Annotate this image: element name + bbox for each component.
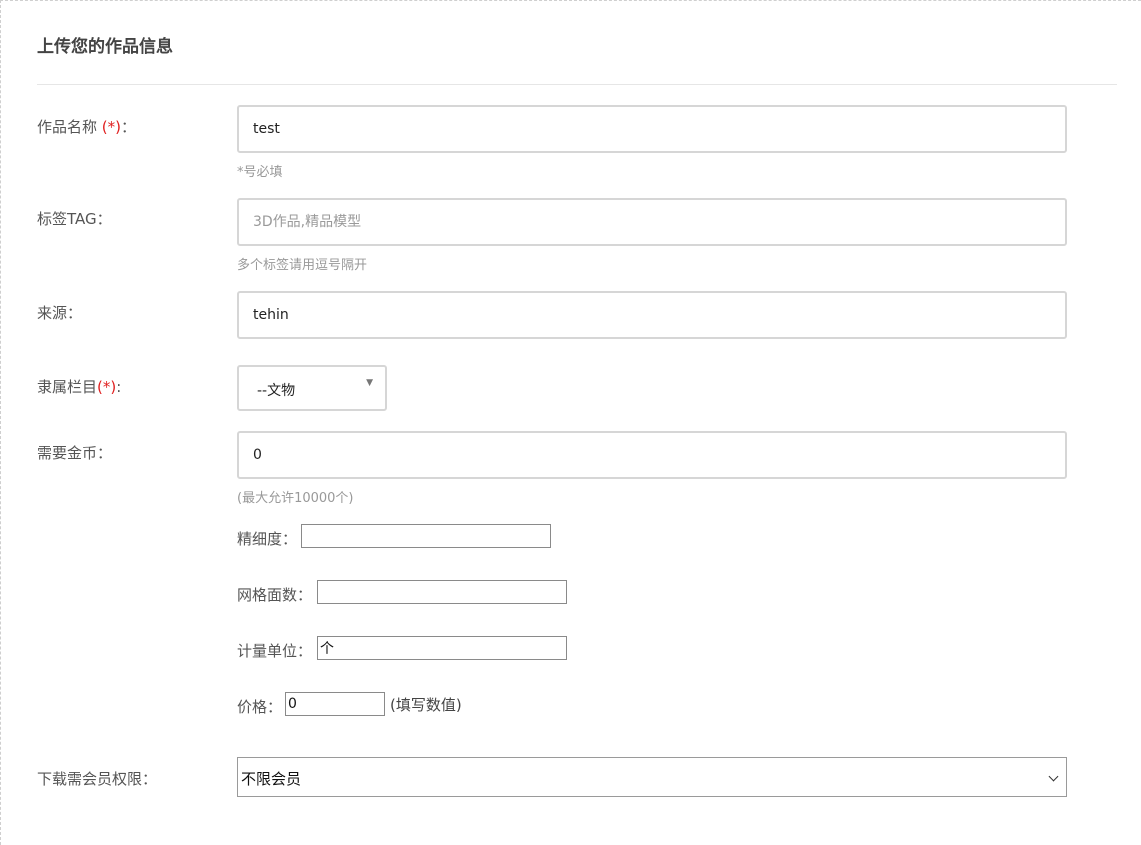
price-label: 价格： (237, 698, 283, 716)
mesh-faces-input[interactable] (317, 580, 567, 604)
tag-input[interactable] (237, 198, 1067, 246)
unit-label: 计量单位： (237, 642, 313, 660)
precision-input[interactable] (301, 524, 551, 548)
work-name-input[interactable] (237, 105, 1067, 153)
unit-input[interactable] (317, 636, 567, 660)
mesh-faces-label: 网格面数： (237, 586, 313, 604)
page-frame: 上传您的作品信息 作品名称 (*)： *号必填 标签TAG： 多个标签请用逗号隔… (0, 0, 1141, 845)
required-mark: (*) (97, 378, 117, 396)
source-label: 来源： (37, 304, 83, 322)
tag-hint: 多个标签请用逗号隔开 (237, 258, 368, 273)
label-colon: : (116, 378, 122, 396)
work-name-label-text: 作品名称 (37, 118, 102, 136)
coins-hint: (最大允许10000个) (237, 491, 354, 506)
required-mark: (*) (101, 118, 121, 136)
tag-label: 标签TAG： (37, 210, 112, 228)
column-label: 隶属栏目(*): (37, 376, 121, 397)
column-select[interactable]: --文物 ▼ (237, 365, 387, 411)
column-label-text: 隶属栏目 (37, 378, 98, 396)
source-input[interactable] (237, 291, 1067, 339)
membership-label: 下载需会员权限： (37, 770, 158, 788)
chevron-down-icon (1048, 771, 1059, 782)
price-input[interactable] (285, 692, 385, 716)
work-name-label: 作品名称 (*)： (37, 116, 136, 137)
caret-down-icon: ▼ (366, 378, 373, 388)
price-note: (填写数值) (390, 696, 462, 714)
divider (37, 84, 1117, 85)
membership-select[interactable]: 不限会员 (237, 757, 1067, 797)
membership-selected-value: 不限会员 (241, 770, 302, 788)
page-title: 上传您的作品信息 (37, 37, 173, 57)
label-colon: ： (121, 118, 137, 136)
precision-label: 精细度： (237, 530, 298, 548)
coins-input[interactable] (237, 431, 1067, 479)
column-selected-value: --文物 (257, 383, 296, 399)
coins-label: 需要金币： (37, 444, 113, 462)
work-name-hint: *号必填 (237, 165, 283, 180)
